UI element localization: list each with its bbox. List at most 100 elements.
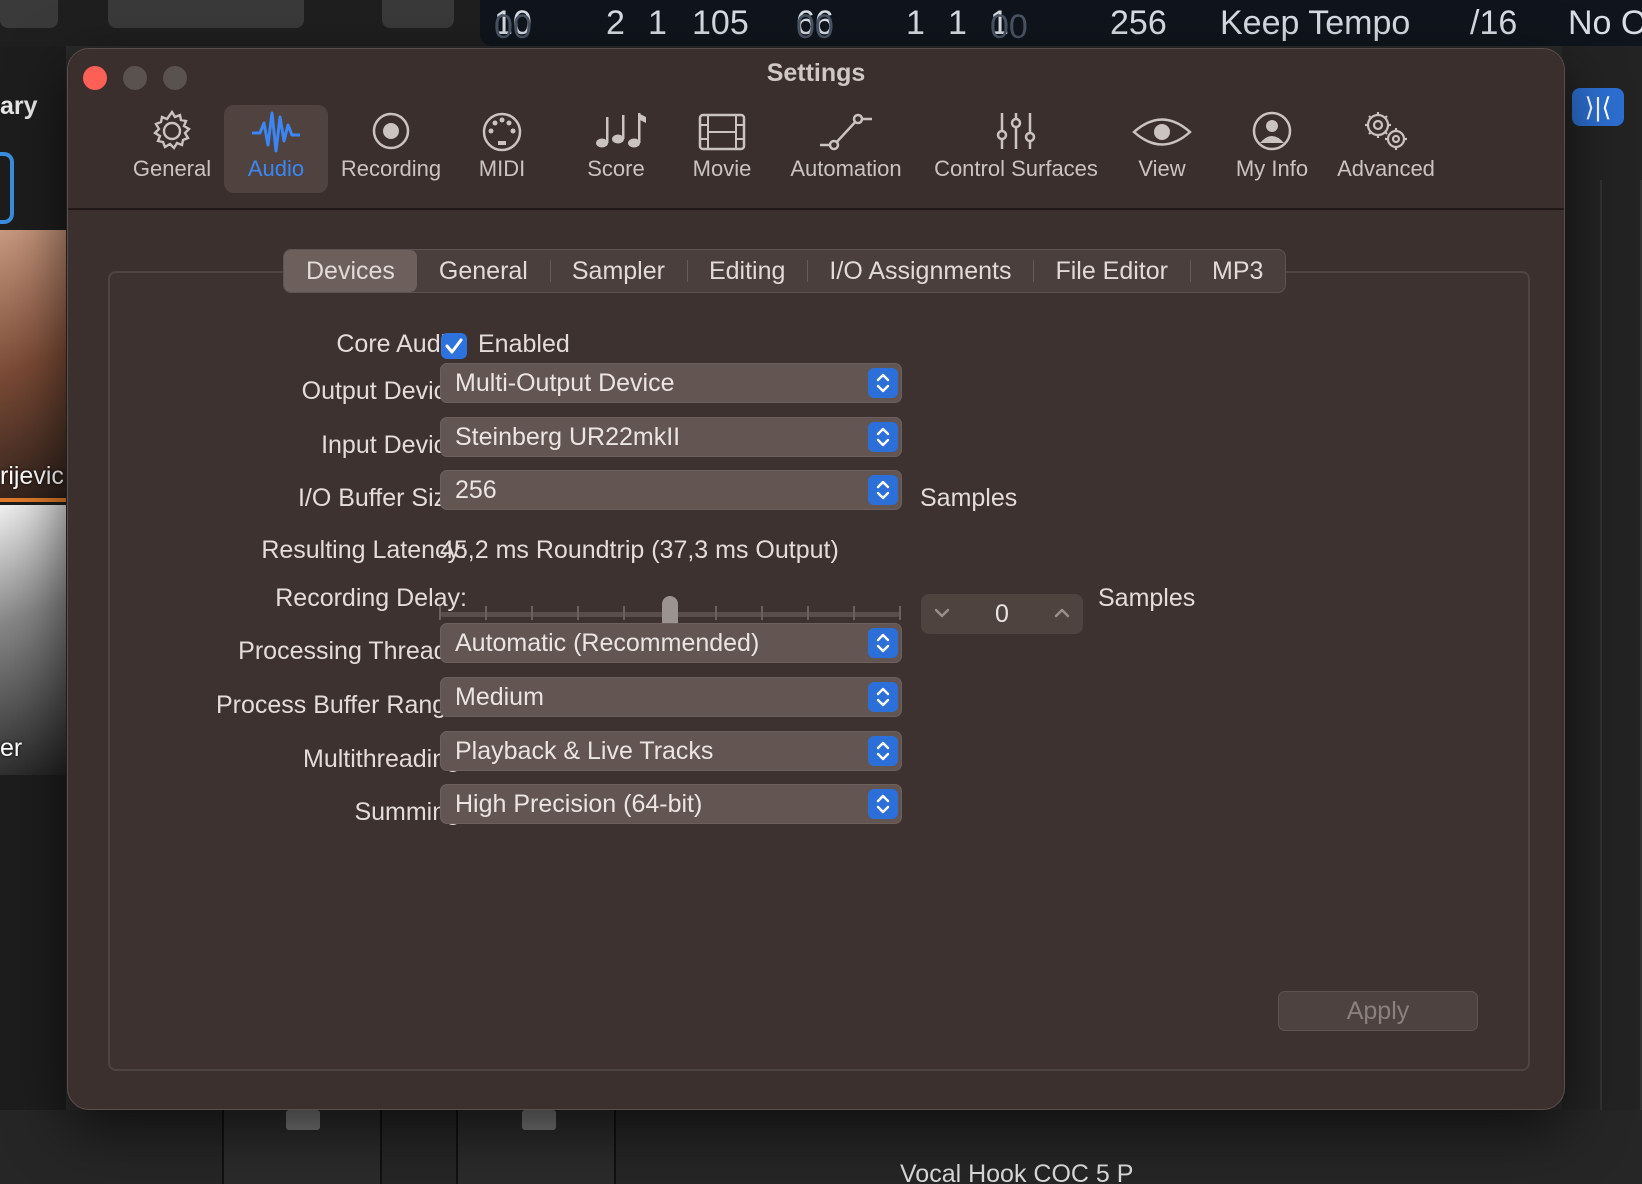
lcd-tick: 105 — [692, 4, 749, 42]
popup-chevrons-icon — [868, 736, 898, 766]
apply-button[interactable]: Apply — [1278, 991, 1478, 1031]
core-audio-checkbox[interactable] — [441, 333, 467, 359]
lcd-tempo-mode[interactable]: Keep Tempo — [1220, 4, 1410, 43]
toolbar-control-surfaces[interactable]: Control Surfaces — [924, 105, 1108, 193]
toolbar-movie-label: Movie — [692, 156, 752, 181]
background-tool-group[interactable] — [108, 0, 304, 28]
toolbar-audio-label: Audio — [247, 156, 305, 181]
slider-tick — [761, 606, 763, 620]
output-device-value: Multi-Output Device — [455, 369, 675, 397]
summing-value: High Precision (64-bit) — [455, 790, 703, 818]
buffer-range-value: Medium — [455, 683, 544, 711]
recording-delay-unit: Samples — [1098, 584, 1196, 612]
audio-tab-bar: Devices General Sampler Editing I/O Assi… — [283, 249, 1287, 293]
lcd-division: 1 — [648, 4, 667, 42]
toolbar-my-info[interactable]: My Info — [1224, 105, 1320, 193]
mixer-fader-1[interactable] — [286, 1110, 320, 1130]
tab-general[interactable]: General — [417, 250, 550, 292]
popup-chevrons-icon — [868, 368, 898, 398]
latency-label: Resulting Latency: — [261, 536, 467, 564]
toolbar-view[interactable]: View — [1120, 105, 1204, 193]
midi-port-icon — [482, 112, 522, 152]
tab-devices[interactable]: Devices — [284, 250, 417, 292]
slider-tick — [577, 606, 579, 620]
popup-chevrons-icon — [868, 422, 898, 452]
video-tile-1 — [0, 230, 66, 500]
toolbar-advanced[interactable]: Advanced — [1330, 105, 1442, 193]
faders-icon — [996, 113, 1036, 149]
video-name-2: er — [0, 734, 23, 762]
buffer-range-popup[interactable]: Medium — [440, 677, 902, 717]
toolbar-movie[interactable]: Movie — [680, 105, 764, 193]
latency-value: 45,2 ms Roundtrip (37,3 ms Output) — [440, 536, 839, 564]
lcd-bar2-prefix: 00 — [796, 8, 834, 46]
gear-icon — [153, 109, 191, 150]
input-device-value: Steinberg UR22mkII — [455, 423, 681, 451]
toolbar-automation[interactable]: Automation — [786, 105, 906, 193]
buffer-range-label: Process Buffer Range: — [215, 691, 467, 719]
window-title: Settings — [766, 59, 866, 87]
buffer-size-value: 256 — [455, 476, 497, 504]
tab-mp3[interactable]: MP3 — [1190, 250, 1285, 292]
toolbar-audio[interactable]: Audio — [224, 105, 328, 193]
slider-tick — [531, 606, 533, 620]
multithreading-value: Playback & Live Tracks — [455, 737, 714, 765]
popup-chevrons-icon — [868, 682, 898, 712]
lcd-tick2-prefix: 00 — [990, 8, 1028, 46]
core-audio-enabled-label[interactable]: Enabled — [478, 330, 570, 359]
toolbar-general-label: General — [132, 156, 212, 181]
tab-io-assignments[interactable]: I/O Assignments — [807, 250, 1033, 292]
popup-chevrons-icon — [868, 475, 898, 505]
mixer-fader-2[interactable] — [522, 1110, 556, 1130]
lcd-bar-prefix: 00 — [494, 8, 532, 46]
popup-chevrons-icon — [868, 789, 898, 819]
background-download-button[interactable] — [0, 0, 58, 28]
slider-tick — [899, 606, 901, 620]
background-catch-button[interactable]: ⟩|⟨ — [1572, 88, 1624, 126]
lcd-tempo: 256 — [1110, 4, 1167, 42]
tab-sampler[interactable]: Sampler — [549, 250, 687, 292]
output-device-popup[interactable]: Multi-Output Device — [440, 363, 902, 403]
toolbar-midi-label: MIDI — [478, 156, 526, 181]
toolbar-score-label: Score — [587, 156, 645, 181]
lcd-display[interactable]: 00 10 2 1 105 00 66 1 1 00 1 256 Keep Tempo… — [480, 0, 1642, 46]
slider-tick — [485, 606, 487, 620]
library-icon — [0, 152, 14, 224]
tab-editing[interactable]: Editing — [686, 250, 807, 292]
slider-tick — [807, 606, 809, 620]
background-track-grid — [1562, 180, 1642, 1184]
toolbar-automation-label: Automation — [790, 156, 902, 181]
lcd-note-division[interactable]: /16 — [1470, 4, 1517, 43]
background-go-to-start-button[interactable] — [382, 0, 454, 28]
toolbar-midi[interactable]: MIDI — [462, 105, 542, 193]
eye-icon — [1132, 118, 1192, 146]
lcd-output-status[interactable]: No Ou — [1568, 4, 1642, 43]
processing-threads-popup[interactable]: Automatic (Recommended) — [440, 623, 902, 663]
library-label: ary — [0, 92, 38, 120]
slider-tick — [623, 606, 625, 620]
record-icon — [372, 112, 410, 150]
gears-icon — [1365, 112, 1407, 150]
toolbar-score[interactable]: Score — [574, 105, 658, 193]
processing-threads-value: Automatic (Recommended) — [455, 629, 760, 657]
chevron-up-icon[interactable] — [1049, 600, 1075, 626]
video-name-1: rijevic — [0, 462, 64, 490]
tab-file-editor[interactable]: File Editor — [1033, 250, 1190, 292]
input-device-popup[interactable]: Steinberg UR22mkII — [440, 417, 902, 457]
toolbar-general[interactable]: General — [124, 105, 220, 193]
settings-window: Settings General Audio Recording MIDI Sc… — [67, 48, 1565, 1110]
film-icon — [698, 113, 746, 151]
multithreading-popup[interactable]: Playback & Live Tracks — [440, 731, 902, 771]
recording-delay-stepper[interactable]: 0 — [921, 594, 1083, 634]
toolbar-advanced-label: Advanced — [1337, 156, 1435, 181]
summing-popup[interactable]: High Precision (64-bit) — [440, 784, 902, 824]
toolbar-control-surfaces-label: Control Surfaces — [934, 156, 1098, 181]
buffer-size-unit: Samples — [920, 484, 1018, 512]
slider-tick — [715, 606, 717, 620]
lcd-beat: 2 — [606, 4, 625, 42]
processing-threads-label: Processing Threads: — [238, 637, 467, 665]
toolbar-recording[interactable]: Recording — [336, 105, 446, 193]
window-titlebar: Settings General Audio Recording MIDI Sc… — [68, 49, 1564, 210]
buffer-size-popup[interactable]: 256 — [440, 470, 902, 510]
active-speaker-indicator — [0, 498, 66, 502]
